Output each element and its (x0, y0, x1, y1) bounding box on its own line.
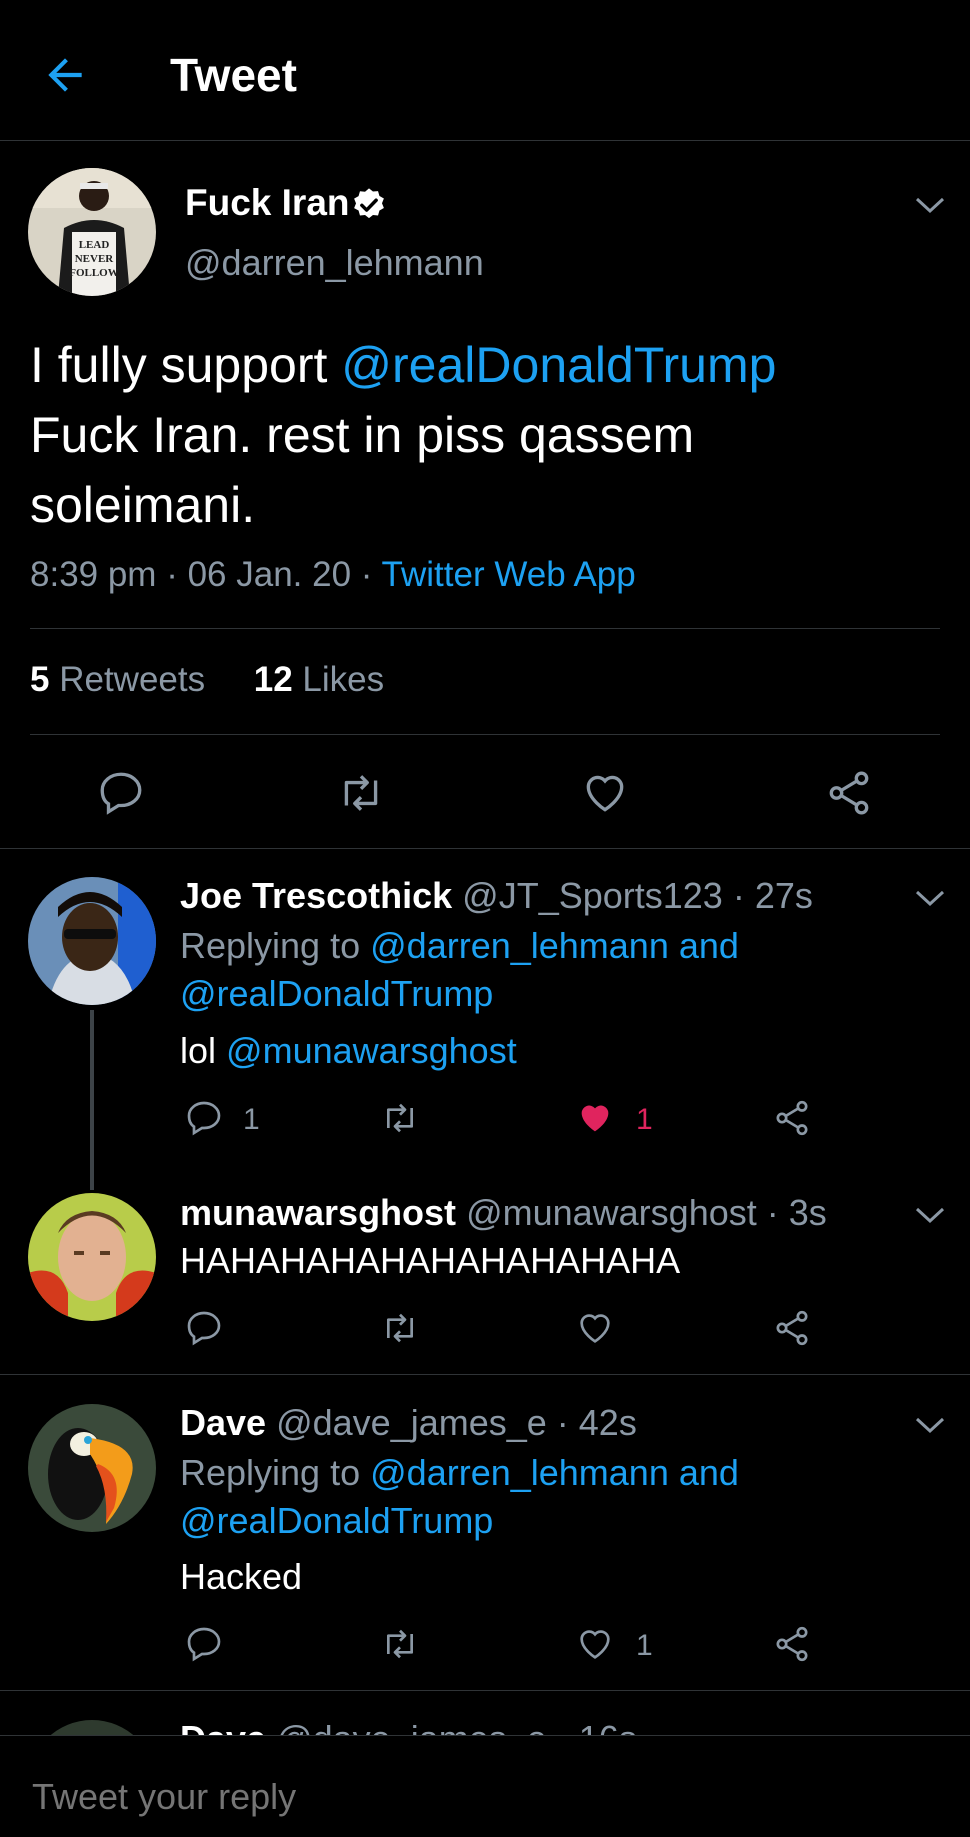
svg-text:LEAD: LEAD (79, 239, 110, 251)
tweet-date: 06 Jan. 20 (187, 555, 352, 594)
tweet-text-part: I fully support (30, 337, 342, 393)
reply-author-handle[interactable]: @munawarsghost (466, 1192, 757, 1233)
replying-to: Replying to @darren_lehmann and (180, 1452, 739, 1494)
reply-text: Hacked (180, 1556, 303, 1597)
retweet-icon[interactable] (380, 1624, 420, 1664)
partial-reply: Dave @dave_james_e · 16s (0, 1700, 970, 1740)
page-title: Tweet (170, 49, 297, 101)
retweet-icon[interactable] (380, 1098, 420, 1138)
retweet-icon[interactable] (380, 1308, 420, 1348)
tweet-stats: 5 Retweets 12 Likes (30, 660, 384, 700)
tweet-source-link[interactable]: Twitter Web App (382, 555, 636, 594)
like-count: 1 (636, 1629, 653, 1662)
like-icon[interactable] (575, 1308, 615, 1348)
reply-icon[interactable] (184, 1624, 224, 1664)
top-bar: Tweet (0, 0, 970, 141)
reply-author-name[interactable]: Dave (180, 1402, 266, 1443)
like-icon[interactable] (580, 768, 630, 818)
reply-avatar[interactable] (28, 877, 156, 1005)
reply-author-name[interactable]: Joe Trescothick (180, 875, 452, 916)
reply-header: Dave @dave_james_e · 42s (180, 1402, 637, 1444)
replying-to-label: Replying to (180, 925, 361, 966)
divider (0, 1690, 970, 1691)
tweet-text: I fully support @realDonaldTrump Fuck Ir… (30, 330, 930, 540)
replying-to-link[interactable]: @darren_lehmann and (370, 925, 739, 966)
replying-to-link[interactable]: @realDonaldTrump (180, 973, 493, 1015)
reply-time: · 27s (732, 875, 813, 916)
reply-author-handle[interactable]: @dave_james_e (276, 1402, 547, 1443)
reply-icon[interactable] (96, 768, 146, 818)
replying-to-link[interactable]: @realDonaldTrump (180, 1500, 493, 1542)
reply-text: HAHAHAHAHAHAHAHAHAHA (180, 1240, 681, 1281)
divider (30, 734, 940, 735)
reply-input[interactable] (30, 1775, 934, 1819)
chevron-down-icon[interactable] (913, 195, 947, 215)
replying-to-link[interactable]: @darren_lehmann and (370, 1452, 739, 1493)
likes-stat[interactable]: 12 Likes (254, 660, 384, 699)
retweets-count: 5 (30, 660, 50, 699)
divider (0, 1374, 970, 1375)
svg-text:FOLLOW: FOLLOW (69, 267, 119, 279)
reply-header: Joe Trescothick @JT_Sports123 · 27s (180, 875, 813, 917)
liked-heart-icon[interactable] (575, 1098, 615, 1138)
chevron-down-icon[interactable] (913, 888, 947, 908)
divider (30, 628, 940, 629)
replying-to-label: Replying to (180, 1452, 361, 1493)
replying-to: Replying to @darren_lehmann and (180, 925, 739, 967)
likes-count: 12 (253, 660, 293, 699)
share-icon[interactable] (824, 768, 874, 818)
author-handle[interactable]: @darren_lehmann (185, 242, 484, 284)
thread-line (90, 1010, 94, 1190)
verified-badge-icon (354, 188, 384, 219)
share-icon[interactable] (772, 1308, 812, 1348)
like-count: 1 (636, 1103, 653, 1136)
reply-text: lol @munawarsghost (180, 1030, 517, 1072)
tweet-text-part: Fuck Iran. rest in piss qassem soleimani… (30, 407, 695, 533)
reply-author-name[interactable]: munawarsghost (180, 1192, 456, 1233)
retweets-label: Retweets (59, 660, 206, 699)
likes-label: Likes (302, 660, 385, 699)
share-icon[interactable] (772, 1098, 812, 1138)
separator-dot: · (166, 555, 178, 594)
reply-time: · 42s (556, 1402, 637, 1443)
separator-dot: · (360, 555, 373, 594)
chevron-down-icon[interactable] (913, 1415, 947, 1435)
reply-author-handle[interactable]: @JT_Sports123 (462, 875, 723, 916)
mention-link[interactable]: @munawarsghost (226, 1030, 517, 1071)
svg-text:NEVER: NEVER (75, 253, 115, 265)
reply-avatar[interactable] (28, 1404, 156, 1532)
tweet-time: 8:39 pm (30, 555, 157, 594)
reply-icon[interactable] (184, 1098, 224, 1138)
reply-count: 1 (243, 1103, 260, 1136)
back-arrow-icon[interactable] (40, 50, 90, 100)
reply-header: munawarsghost @munawarsghost · 3s (180, 1192, 827, 1234)
share-icon[interactable] (772, 1624, 812, 1664)
divider (0, 848, 970, 849)
retweets-stat[interactable]: 5 Retweets (30, 660, 205, 699)
reply-icon[interactable] (184, 1308, 224, 1348)
reply-time: · 3s (766, 1192, 827, 1233)
author-name[interactable]: Fuck Iran (185, 182, 350, 224)
tweet-meta: 8:39 pm · 06 Jan. 20 · Twitter Web App (30, 555, 636, 595)
like-icon[interactable] (575, 1624, 615, 1664)
retweet-icon[interactable] (336, 768, 386, 818)
mention-link[interactable]: @realDonaldTrump (341, 337, 776, 393)
reply-avatar[interactable] (28, 1193, 156, 1321)
reply-text-part: lol (180, 1030, 227, 1071)
author-avatar[interactable]: LEAD NEVER FOLLOW (28, 168, 156, 296)
chevron-down-icon[interactable] (913, 1205, 947, 1225)
